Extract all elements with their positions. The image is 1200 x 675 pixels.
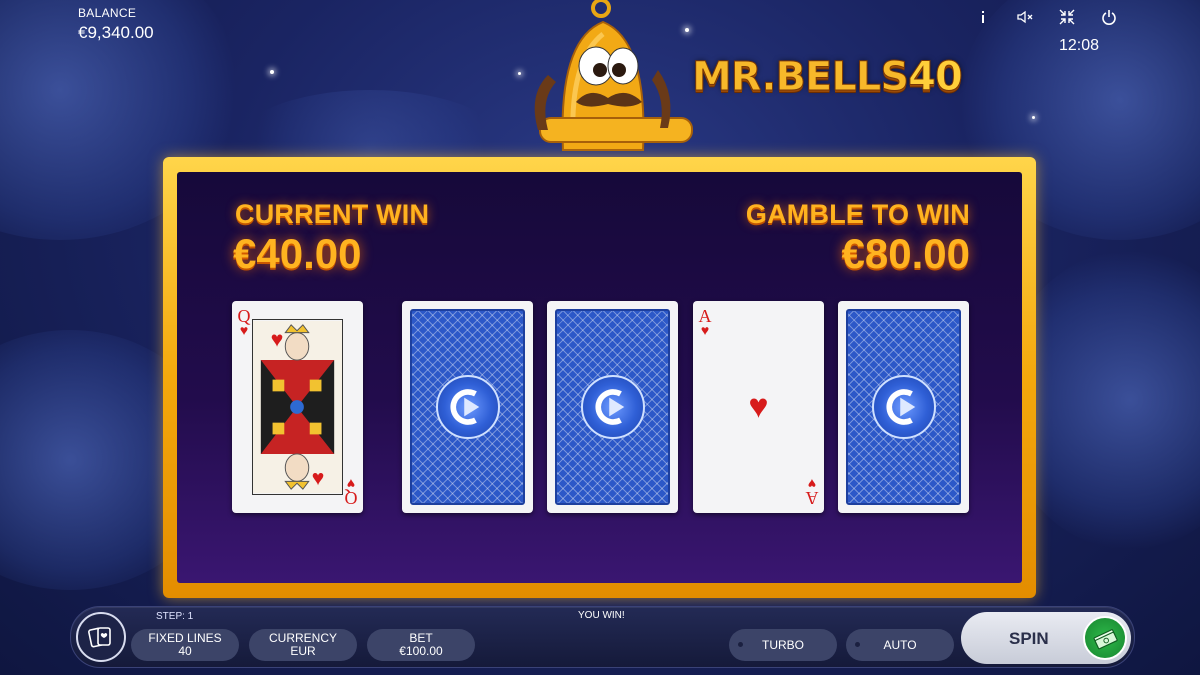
current-win-value: €40.00 (233, 230, 362, 277)
power-icon[interactable] (1088, 6, 1130, 28)
spin-label: SPIN (1009, 629, 1049, 648)
auto-toggle[interactable]: AUTO (846, 629, 954, 661)
fixed-lines-display: FIXED LINES 40 (131, 629, 239, 661)
face-down-card-2[interactable] (547, 301, 678, 513)
auto-label: AUTO (883, 637, 917, 652)
game-logo: MR.BELLS40 (691, 54, 964, 101)
bet-value: €100.00 (399, 644, 443, 658)
face-down-card-3[interactable] (838, 301, 969, 513)
logo-text: MR.BELLS (691, 54, 909, 101)
card-back-emblem-icon (871, 375, 936, 439)
balance-value: €9,340.00 (78, 23, 154, 42)
bell-mascot (534, 0, 693, 151)
card-corner: A ♥ (805, 475, 819, 508)
sound-muted-icon[interactable] (1004, 6, 1046, 28)
picked-card-ace-hearts: A ♥ ♥ A ♥ (693, 301, 824, 513)
currency-button[interactable]: CURRENCY EUR (249, 629, 357, 661)
card-back-emblem-icon (580, 375, 645, 439)
logo-number: 40 (908, 54, 964, 101)
svg-text:♥: ♥ (312, 466, 325, 490)
money-stack-icon (1083, 616, 1127, 660)
clock: 12:08 (1058, 37, 1099, 54)
turbo-label: TURBO (762, 637, 804, 652)
bet-button[interactable]: BET €100.00 (367, 629, 475, 661)
face-down-card-1[interactable] (402, 301, 533, 513)
currency-value: EUR (290, 644, 316, 658)
card-back-emblem-icon (435, 375, 500, 439)
step-indicator: STEP: 1 (156, 611, 194, 622)
card-corner: Q ♥ (344, 475, 358, 508)
turbo-toggle[interactable]: TURBO (729, 629, 837, 661)
card-corner: A ♥ (698, 306, 712, 339)
info-icon[interactable] (962, 6, 1004, 28)
gamble-to-win-label: GAMBLE TO WIN (745, 199, 970, 229)
gamble-panel: CURRENT WIN €40.00 GAMBLE TO WIN €80.00 … (163, 157, 1036, 598)
heart-pip-icon: ♥ (748, 387, 769, 426)
fullscreen-exit-icon[interactable] (1046, 6, 1088, 28)
queen-artwork: ♥ ♥ (252, 319, 343, 495)
bottom-control-bar: STEP: 1 YOU WIN! FIXED LINES 40 CURRENCY… (70, 606, 1135, 668)
hud-toolbar (962, 6, 1130, 28)
gamble-cards-icon (88, 627, 111, 648)
balance-label: BALANCE (78, 6, 137, 20)
current-win-label: CURRENT WIN (235, 199, 430, 229)
svg-text:♥: ♥ (271, 327, 284, 351)
win-message: YOU WIN! (578, 610, 625, 621)
gamble-to-win-value: €80.00 (841, 230, 970, 277)
fixed-lines-value: 40 (178, 644, 192, 658)
dealer-card-queen-hearts: Q ♥ ♥ ♥ Q ♥ (232, 301, 363, 513)
balance-display: BALANCE €9,340.00 (78, 6, 154, 43)
spin-button[interactable]: SPIN (961, 612, 1131, 664)
gamble-cards-button[interactable] (76, 612, 126, 662)
card-corner: Q ♥ (237, 306, 251, 339)
gamble-panel-inner: CURRENT WIN €40.00 GAMBLE TO WIN €80.00 … (177, 172, 1022, 583)
